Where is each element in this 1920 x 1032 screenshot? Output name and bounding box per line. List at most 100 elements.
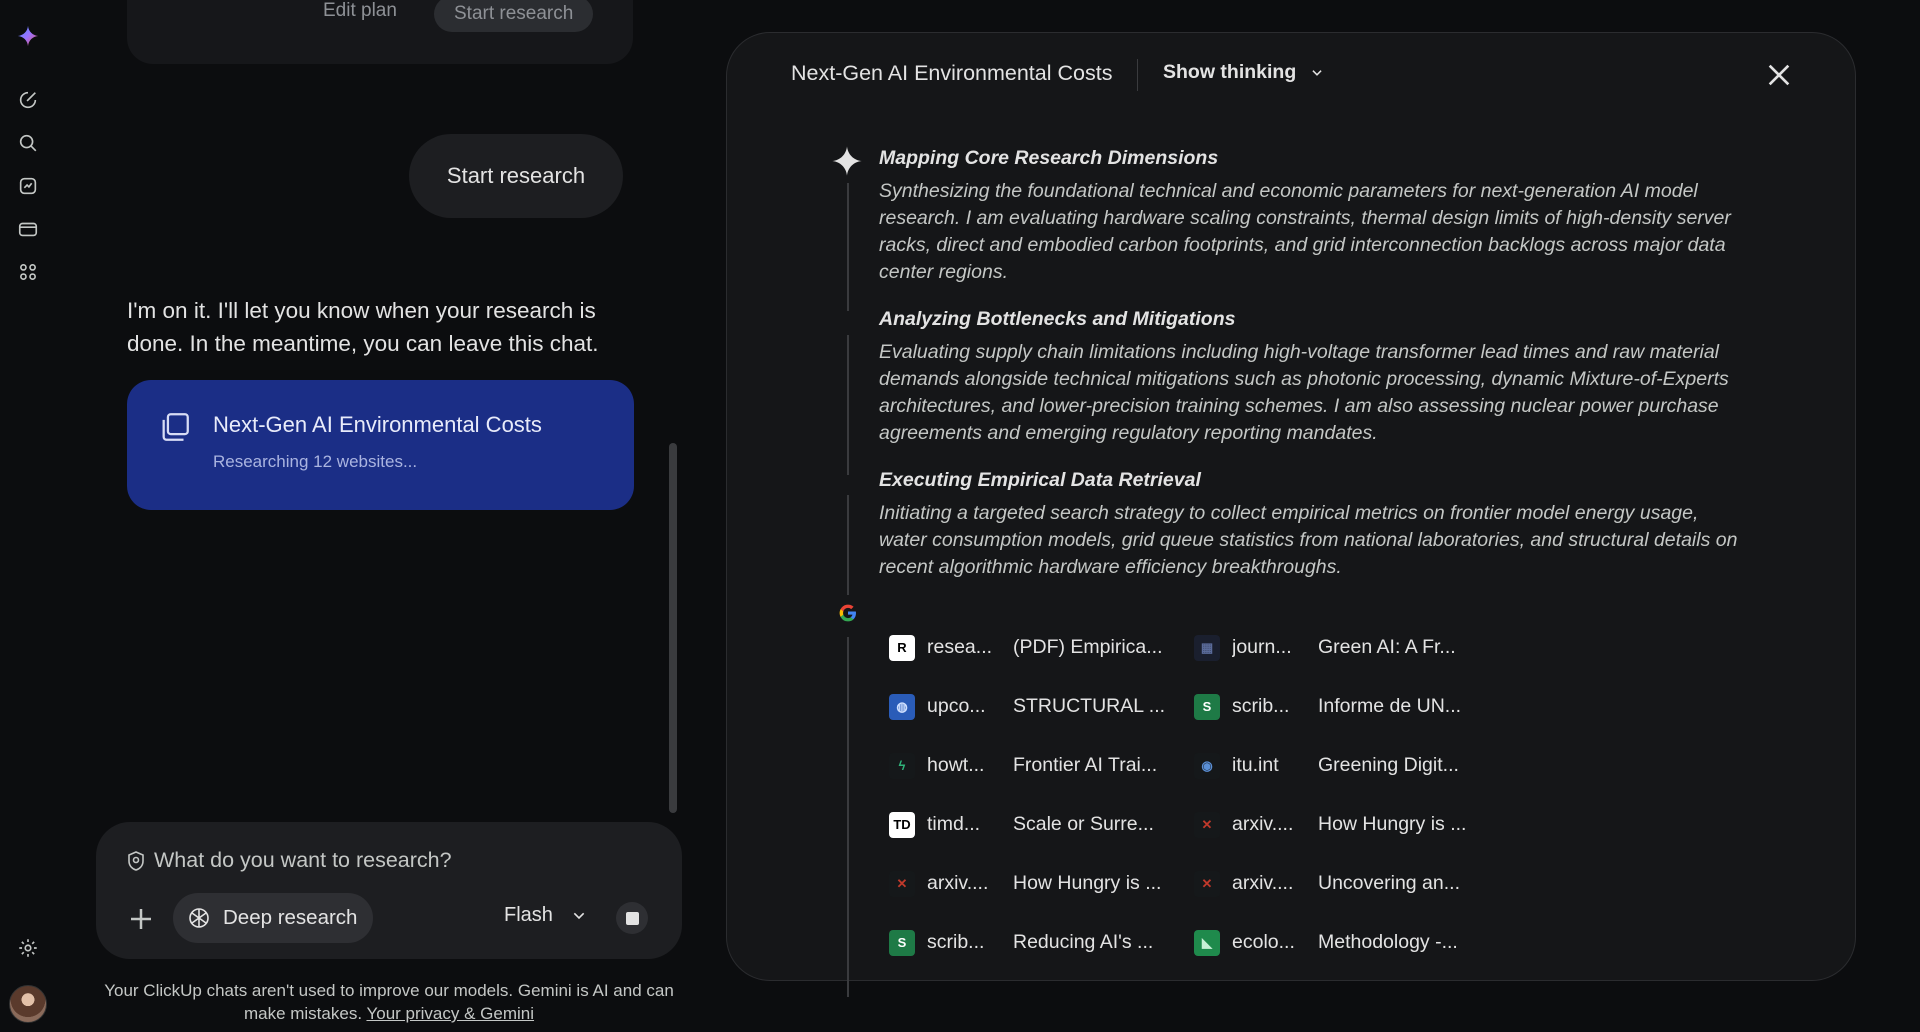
- settings-icon[interactable]: [14, 934, 42, 962]
- add-icon[interactable]: [126, 904, 156, 934]
- source-title: Scale or Surre...: [1013, 813, 1154, 835]
- source-list: Rresea... (PDF) Empirica... ▦ journ... Green…: [889, 629, 1509, 961]
- start-research-button[interactable]: Start research: [434, 0, 594, 32]
- source-item[interactable]: ▦ journ... Green AI: A Fr...: [1194, 629, 1499, 666]
- source-item[interactable]: ✕ arxiv.... Uncovering an...: [1194, 865, 1499, 902]
- gems-icon[interactable]: [14, 172, 42, 200]
- timeline-line: [847, 183, 849, 311]
- apps-grid-icon[interactable]: [14, 258, 42, 286]
- favicon-icon: S: [1194, 693, 1220, 720]
- source-site: scrib...: [927, 931, 985, 953]
- source-item[interactable]: TD timd... Scale or Surre...: [889, 806, 1194, 843]
- gemini-logo-icon[interactable]: [14, 22, 42, 50]
- source-title: (PDF) Empirica...: [1013, 636, 1163, 658]
- timeline-line: [847, 637, 849, 997]
- favicon-icon: ▦: [1194, 634, 1220, 661]
- source-site: timd...: [927, 813, 981, 835]
- source-item[interactable]: ϟ howt... Frontier AI Trai...: [889, 747, 1194, 784]
- model-label: Flash: [504, 904, 553, 926]
- timeline-line: [847, 495, 849, 595]
- favicon-icon: TD: [889, 811, 915, 838]
- search-icon[interactable]: [14, 129, 42, 157]
- google-icon: [838, 603, 858, 623]
- favicon-icon: ϟ: [889, 752, 915, 779]
- edit-plan-button[interactable]: Edit plan: [323, 0, 397, 22]
- research-input[interactable]: What do you want to research?: [154, 848, 452, 873]
- source-item[interactable]: ✕ arxiv.... How Hungry is ...: [1194, 806, 1499, 843]
- favicon-icon: ◉: [1194, 752, 1220, 779]
- source-site: ecolo...: [1232, 931, 1295, 953]
- source-item[interactable]: Sscrib... Informe de UN...: [1194, 688, 1499, 725]
- source-title: Informe de UN...: [1318, 695, 1462, 717]
- shield-icon: [128, 851, 144, 871]
- documents-icon: [162, 413, 189, 441]
- new-chat-icon[interactable]: [14, 86, 42, 114]
- step-title: Mapping Core Research Dimensions: [879, 147, 1219, 169]
- panel-title: Next-Gen AI Environmental Costs: [791, 61, 1113, 85]
- source-title: How Hungry is ...: [1013, 872, 1162, 894]
- research-card-status: Researching 12 websites...: [213, 452, 418, 471]
- chat-scrollbar[interactable]: [669, 443, 677, 813]
- thinking-step: Mapping Core Research Dimensions Synthes…: [879, 147, 1749, 286]
- source-title: Greening Digit...: [1318, 754, 1459, 776]
- left-rail: [0, 0, 56, 1032]
- source-item[interactable]: ◍ upco... STRUCTURAL ...: [889, 688, 1194, 725]
- favicon-icon: ◍: [889, 693, 915, 720]
- source-title: How Hungry is ...: [1318, 813, 1467, 835]
- chevron-down-icon: [573, 912, 585, 919]
- show-thinking-label: Show thinking: [1163, 61, 1297, 83]
- source-site: scrib...: [1232, 695, 1290, 717]
- step-body: Evaluating supply chain limitations incl…: [879, 341, 1729, 444]
- favicon-icon: ✕: [889, 870, 915, 897]
- research-card-title: Next-Gen AI Environmental Costs: [213, 412, 542, 437]
- source-title: Reducing AI's ...: [1013, 931, 1154, 953]
- show-thinking-toggle[interactable]: Show thinking: [1163, 61, 1324, 84]
- assistant-reply: I'm on it. I'll let you know when your r…: [127, 298, 599, 356]
- library-icon[interactable]: [14, 215, 42, 243]
- chevron-down-icon: [1312, 69, 1322, 76]
- step-body: Synthesizing the foundational technical …: [879, 180, 1731, 283]
- model-selector[interactable]: Flash: [504, 904, 587, 927]
- source-site: resea...: [927, 636, 993, 658]
- favicon-icon: ✕: [1194, 811, 1220, 838]
- source-title: Frontier AI Trai...: [1013, 754, 1158, 776]
- favicon-icon: R: [889, 634, 915, 661]
- source-site: arxiv....: [1232, 813, 1294, 835]
- stop-icon: [625, 911, 639, 925]
- avatar[interactable]: [9, 985, 47, 1023]
- source-site: arxiv....: [927, 872, 989, 894]
- divider: [1137, 59, 1138, 91]
- stop-button[interactable]: [616, 902, 648, 934]
- privacy-link[interactable]: Your privacy & Gemini: [366, 1004, 534, 1023]
- source-site: upco...: [927, 695, 986, 717]
- deep-research-icon: [189, 908, 209, 928]
- source-item[interactable]: Rresea... (PDF) Empirica...: [889, 629, 1194, 666]
- composer: What do you want to research? Deep resea…: [96, 822, 682, 959]
- close-icon[interactable]: [1763, 59, 1795, 91]
- source-title: STRUCTURAL ...: [1013, 695, 1166, 717]
- research-progress-card[interactable]: Next-Gen AI Environmental Costs Research…: [127, 380, 634, 510]
- favicon-icon: ◣: [1194, 929, 1220, 956]
- source-title: Uncovering an...: [1318, 872, 1460, 894]
- disclaimer: Your ClickUp chats aren't used to improv…: [96, 979, 682, 1025]
- favicon-icon: ✕: [1194, 870, 1220, 897]
- source-item[interactable]: Sscrib... Reducing AI's ...: [889, 924, 1194, 961]
- source-site: itu.int: [1232, 754, 1279, 776]
- favicon-icon: S: [889, 929, 915, 956]
- source-site: arxiv....: [1232, 872, 1294, 894]
- source-item[interactable]: ◣ ecolo... Methodology -...: [1194, 924, 1499, 961]
- deep-research-label: Deep research: [223, 906, 358, 929]
- sparkle-icon: [832, 146, 862, 176]
- source-site: howt...: [927, 754, 985, 776]
- timeline-line: [847, 335, 849, 475]
- source-item[interactable]: ✕ arxiv.... How Hungry is ...: [889, 865, 1194, 902]
- source-title: Green AI: A Fr...: [1318, 636, 1456, 658]
- source-title: Methodology -...: [1318, 931, 1458, 953]
- source-item[interactable]: ◉ itu.int Greening Digit...: [1194, 747, 1499, 784]
- step-title: Analyzing Bottlenecks and Mitigations: [879, 308, 1236, 330]
- deep-research-toggle[interactable]: Deep research: [173, 893, 374, 943]
- user-message: Start research: [409, 134, 623, 218]
- thinking-step: Analyzing Bottlenecks and Mitigations Ev…: [879, 308, 1749, 447]
- research-plan-card: Edit plan Start research: [127, 0, 633, 64]
- research-panel: Next-Gen AI Environmental Costs Show thi…: [726, 32, 1856, 997]
